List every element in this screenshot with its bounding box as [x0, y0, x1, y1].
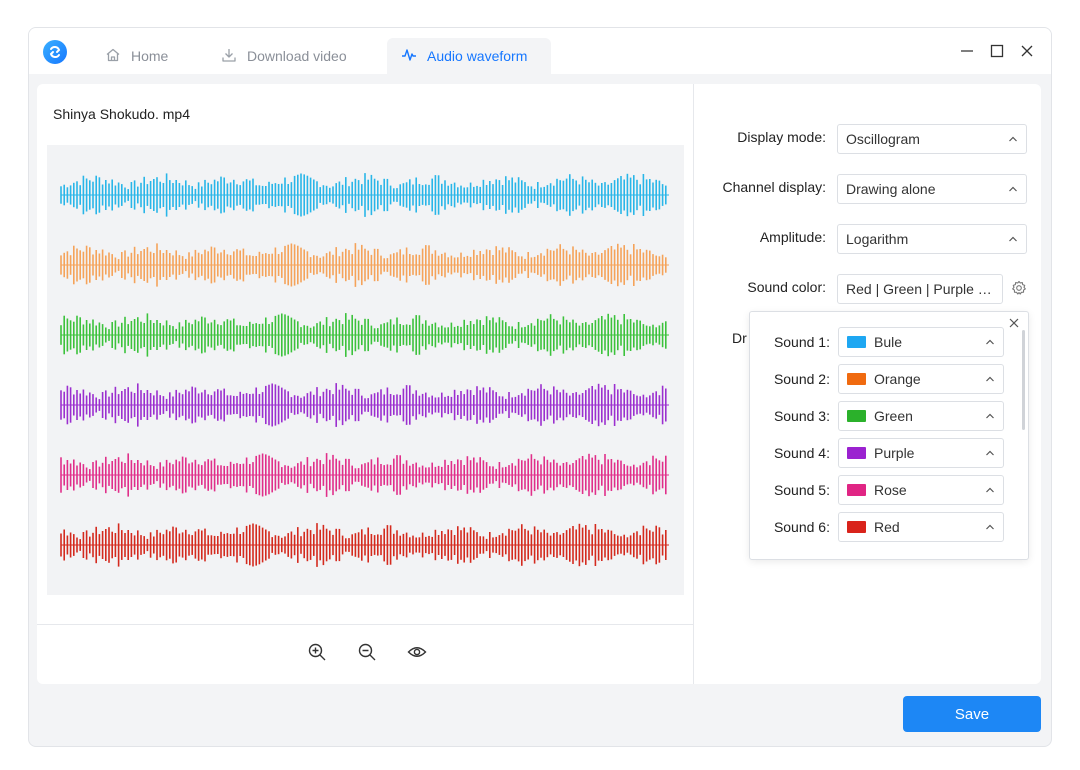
- zoom-out-icon: [358, 643, 376, 661]
- channel-display-value: Drawing alone: [846, 181, 936, 197]
- chevron-up-icon: [986, 413, 994, 419]
- sound-label: Sound 1:: [773, 334, 830, 350]
- save-button[interactable]: Save: [903, 696, 1041, 732]
- amplitude-value: Logarithm: [846, 231, 909, 247]
- partially-hidden-label: Dr: [732, 330, 747, 346]
- sound-color-value: Red | Green | Purple | R...: [846, 281, 994, 297]
- settings-panel: Display mode: Oscillogram Channel displa…: [695, 84, 1041, 684]
- zoom-in-button[interactable]: [306, 641, 328, 663]
- display-mode-label: Display mode:: [737, 129, 826, 145]
- sound-color-value: Rose: [874, 482, 907, 498]
- minimize-icon: [961, 50, 973, 52]
- sound-color-row: Sound 2: Orange: [750, 364, 1010, 394]
- sound-color-select[interactable]: Green: [838, 401, 1004, 431]
- zoom-in-icon: [308, 643, 326, 661]
- sound-color-value: Purple: [874, 445, 915, 461]
- sound-label: Sound 5:: [773, 482, 830, 498]
- sound-color-row: Sound 5: Rose: [750, 475, 1010, 505]
- sound-color-popup: Sound 1: Bule Sound 2: Orange Sound 3: Green S…: [749, 311, 1029, 560]
- display-mode-select[interactable]: Oscillogram: [837, 124, 1027, 154]
- channel-display-label: Channel display:: [722, 179, 826, 195]
- close-icon: [1021, 45, 1033, 57]
- color-swatch: [847, 484, 866, 496]
- tab-label: Download video: [247, 48, 347, 64]
- waveform-panel: Shinya Shokudo. mp4: [37, 84, 694, 684]
- chevron-up-icon: [986, 376, 994, 382]
- waveform-track: [60, 383, 669, 427]
- color-swatch: [847, 521, 866, 533]
- sound-label: Sound 6:: [773, 519, 830, 535]
- chevron-up-icon: [986, 524, 994, 530]
- title-bar: Home Download video Audio waveform: [29, 28, 1051, 74]
- sound-label: Sound 2:: [773, 371, 830, 387]
- download-icon: [221, 47, 237, 66]
- color-swatch: [847, 410, 866, 422]
- sound-color-select[interactable]: Purple: [838, 438, 1004, 468]
- sound-color-row: Sound 1: Bule: [750, 327, 1010, 357]
- sound-color-select[interactable]: Red: [838, 512, 1004, 542]
- sound-label: Sound 4:: [773, 445, 830, 461]
- chevron-up-icon: [1009, 136, 1017, 142]
- sound-color-value: Red: [874, 519, 900, 535]
- waveform-track: [60, 173, 669, 217]
- waveform-track: [60, 313, 669, 357]
- sound-color-value: Bule: [874, 334, 903, 350]
- home-icon: [105, 47, 121, 66]
- amplitude-label: Amplitude:: [759, 229, 826, 245]
- chevron-up-icon: [986, 339, 994, 345]
- sound-color-row: Sound 6: Red: [750, 512, 1010, 542]
- chevron-up-icon: [986, 487, 994, 493]
- gear-icon[interactable]: [1011, 280, 1027, 296]
- sound-color-select[interactable]: Orange: [838, 364, 1004, 394]
- waveform-icon: [401, 47, 417, 66]
- sound-color-value: Green: [874, 408, 913, 424]
- sound-color-select[interactable]: Bule: [838, 327, 1004, 357]
- preview-button[interactable]: [406, 641, 428, 663]
- divider: [37, 624, 694, 625]
- chevron-up-icon: [1009, 236, 1017, 242]
- app-window: Home Download video Audio waveform Shiny…: [28, 27, 1052, 747]
- color-swatch: [847, 447, 866, 459]
- popup-scrollbar[interactable]: [1022, 330, 1025, 430]
- waveform-track: [60, 453, 669, 497]
- minimize-button[interactable]: [956, 40, 978, 62]
- color-swatch: [847, 373, 866, 385]
- file-name: Shinya Shokudo. mp4: [53, 106, 190, 122]
- sound-color-row: Sound 4: Purple: [750, 438, 1010, 468]
- sound-color-select[interactable]: Rose: [838, 475, 1004, 505]
- tab-label: Audio waveform: [427, 48, 528, 64]
- maximize-button[interactable]: [986, 40, 1008, 62]
- color-swatch: [847, 336, 866, 348]
- tab-home[interactable]: Home: [91, 38, 182, 74]
- sound-color-field[interactable]: Red | Green | Purple | R...: [837, 274, 1003, 304]
- maximize-icon: [990, 44, 1004, 58]
- waveform-svg: [60, 173, 669, 567]
- sound-color-label: Sound color:: [747, 279, 826, 295]
- chevron-up-icon: [986, 450, 994, 456]
- waveform-track: [60, 523, 669, 567]
- zoom-out-button[interactable]: [356, 641, 378, 663]
- main-content: Shinya Shokudo. mp4 Display mode: Oscill…: [37, 84, 1041, 684]
- app-logo-icon: [43, 40, 67, 64]
- tab-download-video[interactable]: Download video: [207, 38, 361, 74]
- tab-audio-waveform[interactable]: Audio waveform: [387, 38, 551, 74]
- waveform-track: [60, 243, 669, 287]
- close-button[interactable]: [1016, 40, 1038, 62]
- display-mode-value: Oscillogram: [846, 131, 920, 147]
- amplitude-select[interactable]: Logarithm: [837, 224, 1027, 254]
- sound-color-row: Sound 3: Green: [750, 401, 1010, 431]
- eye-icon: [407, 647, 427, 657]
- sound-label: Sound 3:: [773, 408, 830, 424]
- waveform-canvas: [47, 145, 684, 595]
- popup-close-button[interactable]: [1008, 316, 1022, 330]
- tab-label: Home: [131, 48, 169, 64]
- chevron-up-icon: [1009, 186, 1017, 192]
- channel-display-select[interactable]: Drawing alone: [837, 174, 1027, 204]
- sound-color-value: Orange: [874, 371, 921, 387]
